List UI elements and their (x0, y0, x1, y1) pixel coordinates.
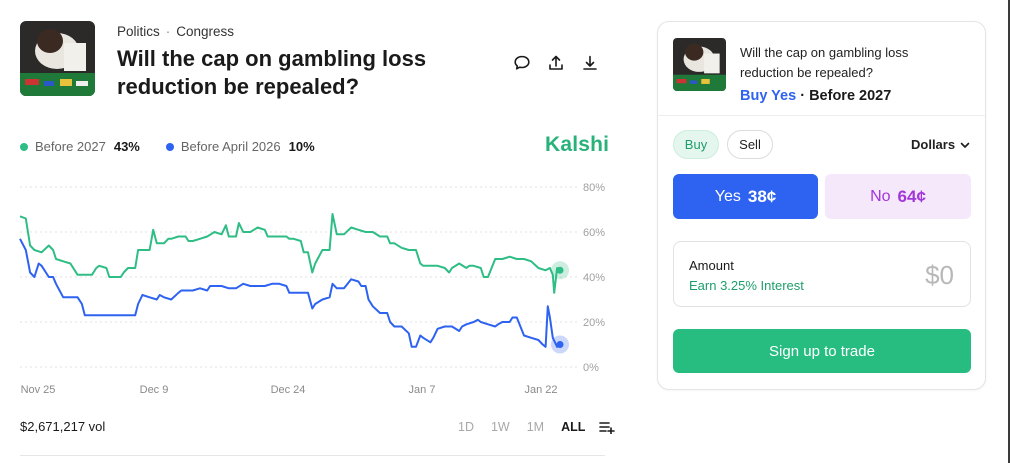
legend-dot-before-2027 (20, 142, 28, 151)
legend-name-before-2027: Before 2027 (35, 139, 106, 154)
market-title: Will the cap on gambling loss reduction … (117, 46, 427, 99)
currency-label: Dollars (911, 137, 956, 152)
market-thumbnail (20, 21, 95, 96)
comment-icon[interactable] (511, 52, 533, 74)
breadcrumb: Politics · Congress (117, 24, 234, 39)
yes-button[interactable]: Yes 38¢ (673, 174, 818, 219)
buy-tab[interactable]: Buy (673, 130, 719, 159)
legend-name-before-april-2026: Before April 2026 (180, 139, 281, 154)
yes-label: Yes (714, 187, 741, 205)
card-separator: · (800, 88, 806, 104)
range-all[interactable]: ALL (561, 420, 585, 434)
divider (20, 455, 605, 456)
card-selection: Buy Yes · Before 2027 (740, 88, 891, 104)
list-filter-icon[interactable] (599, 420, 616, 434)
y-tick-label: 40% (583, 272, 605, 284)
brand-logo: Kalshi (545, 133, 610, 156)
currency-dropdown[interactable]: Dollars (911, 137, 971, 152)
card-divider (658, 115, 985, 116)
x-tick-label: Dec 24 (271, 384, 306, 396)
series-end-point-0 (556, 266, 564, 274)
card-outcome: Buy Yes (740, 88, 797, 104)
breadcrumb-separator: · (165, 24, 171, 39)
chevron-down-icon (960, 142, 970, 148)
x-tick-label: Jan 22 (524, 384, 557, 396)
no-button[interactable]: No 64¢ (825, 174, 971, 219)
range-selector: 1D 1W 1M ALL (458, 420, 616, 434)
card-thumbnail (673, 38, 726, 91)
y-tick-label: 80% (583, 182, 605, 194)
interest-text: Earn 3.25% Interest (689, 278, 804, 293)
range-1m[interactable]: 1M (527, 420, 544, 434)
y-tick-label: 60% (583, 227, 605, 239)
range-1d[interactable]: 1D (458, 420, 474, 434)
window-edge (1008, 0, 1010, 463)
range-1w[interactable]: 1W (491, 420, 510, 434)
x-tick-label: Jan 7 (409, 384, 436, 396)
signup-button[interactable]: Sign up to trade (673, 329, 971, 373)
chart-legend: Before 2027 43% Before April 2026 10% (20, 139, 341, 154)
share-icon[interactable] (545, 52, 567, 74)
legend-dot-before-april-2026 (165, 142, 174, 151)
no-price: 64¢ (897, 186, 926, 206)
download-icon[interactable] (579, 52, 601, 74)
volume-text: $2,671,217 vol (20, 419, 106, 434)
x-tick-label: Nov 25 (21, 384, 56, 396)
series-line-1 (19, 238, 561, 348)
series-end-point-1 (556, 341, 564, 348)
card-question: Will the cap on gambling loss reduction … (740, 45, 909, 80)
y-tick-label: 0% (583, 362, 599, 374)
yes-price: 38¢ (747, 186, 777, 206)
y-tick-label: 20% (583, 317, 605, 329)
sell-tab[interactable]: Sell (727, 130, 773, 159)
breadcrumb-subcategory[interactable]: Congress (176, 24, 234, 39)
series-line-0 (19, 213, 561, 294)
card-timeframe: Before 2027 (809, 88, 892, 104)
breadcrumb-category[interactable]: Politics (117, 24, 160, 39)
amount-field[interactable]: Amount Earn 3.25% Interest $0 (673, 241, 971, 307)
x-tick-label: Dec 9 (140, 384, 169, 396)
price-chart[interactable]: 80% 60% 40% 20% 0% Nov 25 Dec 9 Dec 24 Jan 7 Jan … (0, 175, 615, 400)
legend-value-before-2027: 43% (113, 139, 140, 154)
amount-value[interactable]: $0 (925, 260, 954, 291)
amount-label: Amount (689, 258, 734, 273)
legend-value-before-april-2026: 10% (288, 139, 315, 154)
no-label: No (870, 187, 891, 205)
